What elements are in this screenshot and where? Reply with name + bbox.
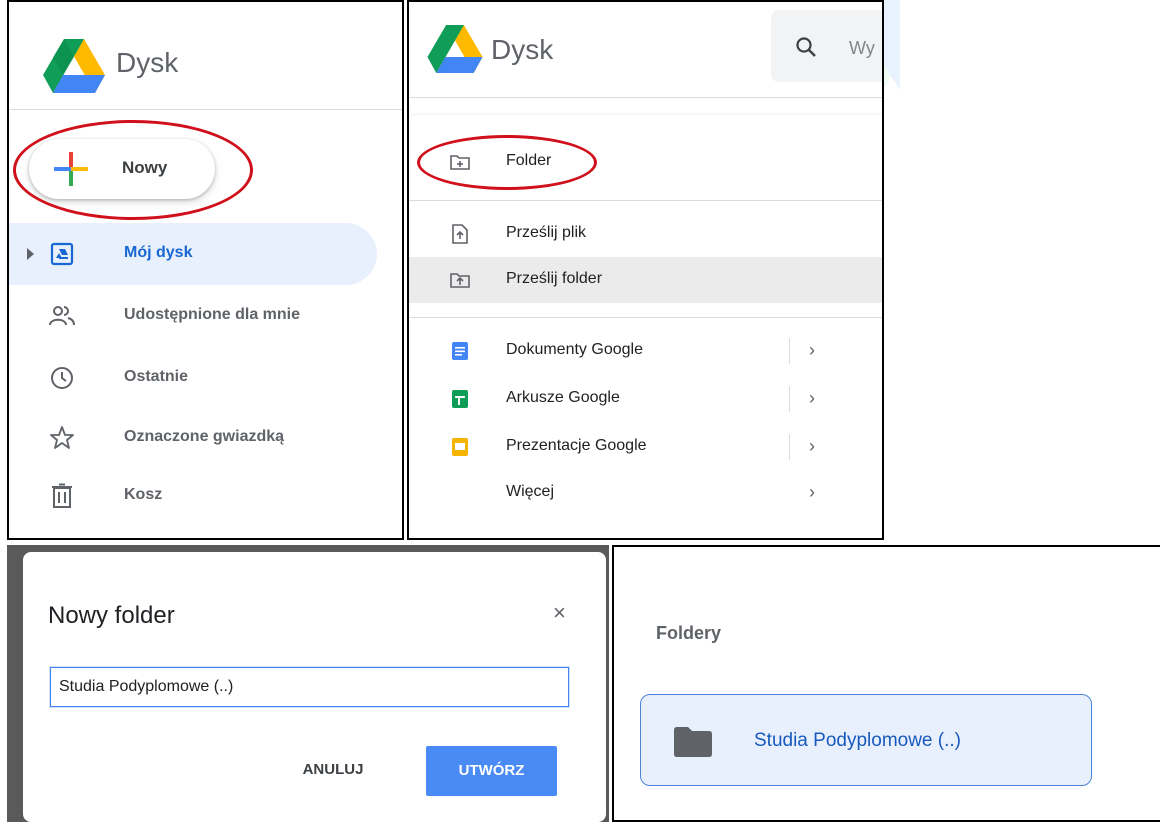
menu-item-label: Prześlij plik xyxy=(506,224,587,241)
shared-people-icon xyxy=(49,306,75,326)
google-sheets-icon xyxy=(452,390,468,408)
dialog-panel: Nowy folder × ANULUJ UTWÓRZ xyxy=(7,545,609,822)
sidebar-item-label: Mój dysk xyxy=(124,244,193,261)
upload-folder-icon xyxy=(450,273,470,288)
search-input[interactable]: Wy xyxy=(771,10,882,82)
clock-icon xyxy=(51,367,73,389)
menu-item-label: Arkusze Google xyxy=(506,389,620,406)
submenu-divider xyxy=(789,338,790,364)
sidebar-header: Dysk xyxy=(9,2,402,110)
search-placeholder: Wy xyxy=(849,38,875,58)
google-docs-icon xyxy=(452,342,468,360)
menu-item-google-slides[interactable]: Prezentacje Google › xyxy=(409,424,882,470)
menu-item-label: Prezentacje Google xyxy=(506,437,647,454)
menu-divider xyxy=(409,317,882,318)
folder-name: Studia Podyplomowe (..) xyxy=(754,730,961,751)
highlight-ellipse xyxy=(13,120,253,220)
create-button[interactable]: UTWÓRZ xyxy=(426,746,557,796)
app-title: Dysk xyxy=(116,47,179,78)
google-drive-logo-icon xyxy=(427,25,483,73)
menu-item-more[interactable]: Więcej › xyxy=(409,470,882,516)
menu-item-upload-file[interactable]: Prześlij plik xyxy=(409,211,882,257)
submenu-divider xyxy=(789,434,790,460)
sidebar-item-label: Kosz xyxy=(124,486,163,503)
highlight-ellipse xyxy=(417,135,597,190)
menu-item-upload-folder[interactable]: Prześlij folder xyxy=(409,257,882,303)
folder-tile[interactable]: Studia Podyplomowe (..) xyxy=(640,694,1092,786)
chevron-right-icon: › xyxy=(809,388,815,408)
sidebar-item-recent[interactable]: Ostatnie xyxy=(9,347,377,409)
google-drive-logo-icon xyxy=(43,39,105,93)
cancel-button[interactable]: ANULUJ xyxy=(288,748,378,792)
google-slides-icon xyxy=(452,438,468,456)
chevron-right-icon: › xyxy=(809,340,815,360)
app-title: Dysk xyxy=(491,34,554,65)
header-divider xyxy=(409,97,882,98)
folder-name-input[interactable] xyxy=(50,667,569,707)
sidebar-item-label: Oznaczone gwiazdką xyxy=(124,428,285,445)
menu-item-label: Więcej xyxy=(506,483,555,500)
new-folder-dialog: Nowy folder × ANULUJ UTWÓRZ xyxy=(23,552,606,822)
menu-divider xyxy=(409,200,882,201)
drive-sidebar-panel: Dysk Nowy Mój dysk Udostępnione dla mnie xyxy=(7,0,404,540)
sidebar-item-trash[interactable]: Kosz xyxy=(9,465,377,527)
chevron-right-icon: › xyxy=(809,482,815,502)
folders-section-title: Foldery xyxy=(656,623,722,643)
sidebar-item-label: Udostępnione dla mnie xyxy=(124,306,301,323)
star-icon xyxy=(50,426,74,449)
sidebar-item-shared[interactable]: Udostępnione dla mnie xyxy=(9,285,377,347)
menu-item-google-sheets[interactable]: Arkusze Google › xyxy=(409,376,882,422)
sidebar-item-label: Ostatnie xyxy=(124,368,189,385)
dialog-title: Nowy folder xyxy=(48,602,175,629)
submenu-divider xyxy=(789,386,790,412)
my-drive-icon xyxy=(50,242,74,266)
search-icon[interactable] xyxy=(795,36,817,58)
sidebar-item-my-drive[interactable]: Mój dysk xyxy=(9,223,377,285)
chevron-right-icon: › xyxy=(809,436,815,456)
menu-item-google-docs[interactable]: Dokumenty Google › xyxy=(409,328,882,374)
upload-file-icon xyxy=(452,224,468,244)
sidebar-item-starred[interactable]: Oznaczone gwiazdką xyxy=(9,407,377,469)
new-menu-panel: Dysk Wy Folder Prześlij plik Prześlij fo… xyxy=(407,0,884,540)
folders-panel: Foldery Studia Podyplomowe (..) xyxy=(612,545,1160,822)
close-icon[interactable]: × xyxy=(553,600,566,626)
expand-caret-icon[interactable] xyxy=(27,248,34,260)
trash-icon xyxy=(52,483,72,508)
menu-item-label: Dokumenty Google xyxy=(506,341,643,358)
menu-item-label: Prześlij folder xyxy=(506,270,603,287)
folder-icon xyxy=(674,727,712,757)
